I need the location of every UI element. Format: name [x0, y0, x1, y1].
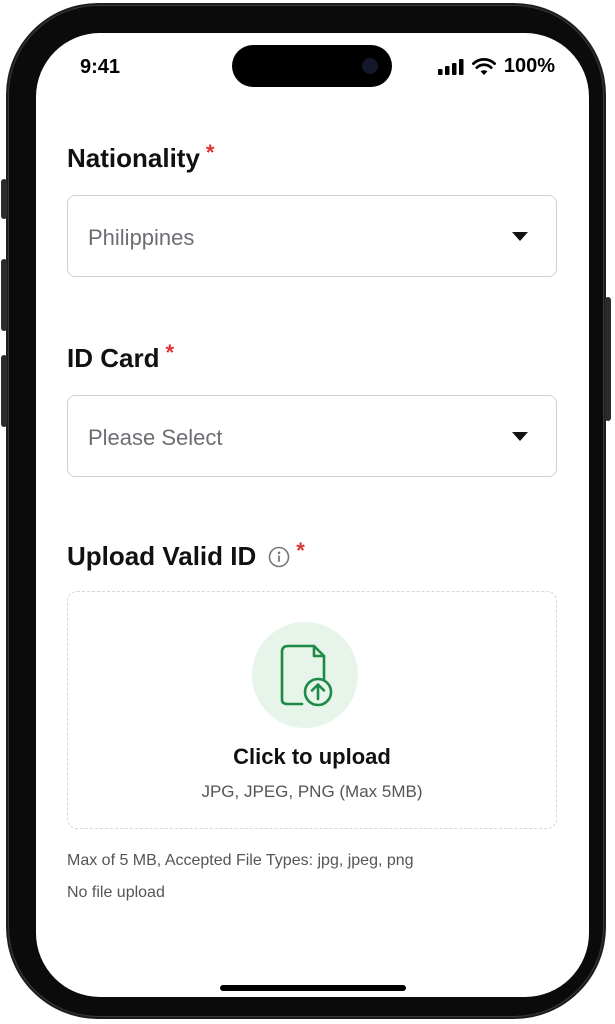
caret-down-icon	[512, 432, 528, 441]
screen: 9:41 100% Nationality * Philippines ID C…	[36, 33, 589, 997]
nationality-selected-value: Philippines	[88, 225, 195, 250]
home-indicator[interactable]	[220, 985, 406, 991]
upload-helper-text: Max of 5 MB, Accepted File Types: jpg, j…	[67, 852, 414, 869]
dynamic-island	[232, 45, 392, 87]
required-asterisk: *	[165, 339, 175, 365]
info-icon[interactable]	[268, 546, 290, 568]
upload-dropzone[interactable]: Click to upload JPG, JPEG, PNG (Max 5MB)	[67, 591, 557, 829]
side-button-power	[605, 297, 611, 421]
upload-file-types: JPG, JPEG, PNG (Max 5MB)	[201, 782, 423, 801]
caret-down-icon	[512, 232, 528, 241]
upload-label: Upload Valid ID *	[67, 537, 305, 572]
id-card-placeholder: Please Select	[88, 425, 223, 450]
nationality-label-text: Nationality	[67, 143, 200, 173]
camera-lens	[362, 58, 378, 74]
id-card-label-text: ID Card	[67, 343, 160, 373]
upload-label-text: Upload Valid ID	[67, 541, 257, 571]
nationality-label: Nationality *	[67, 139, 215, 174]
nationality-select[interactable]: Philippines	[67, 195, 557, 277]
signal-icon	[437, 58, 464, 75]
status-right: 100%	[437, 55, 555, 78]
side-button-mute	[1, 179, 7, 219]
required-asterisk: *	[205, 139, 215, 165]
id-card-select[interactable]: Please Select	[67, 395, 557, 477]
battery-percent: 100%	[503, 55, 555, 77]
upload-icon-circle	[252, 622, 358, 728]
side-button-volume-up	[1, 259, 7, 331]
id-card-label: ID Card *	[67, 339, 175, 374]
phone-frame: 9:41 100% Nationality * Philippines ID C…	[1, 3, 611, 1019]
file-upload-icon	[280, 644, 333, 707]
required-asterisk: *	[296, 537, 305, 563]
upload-title[interactable]: Click to upload	[68, 744, 556, 770]
status-time: 9:41	[80, 56, 121, 78]
upload-status-text: No file upload	[67, 884, 165, 901]
wifi-icon	[471, 57, 496, 75]
side-button-volume-down	[1, 355, 7, 427]
